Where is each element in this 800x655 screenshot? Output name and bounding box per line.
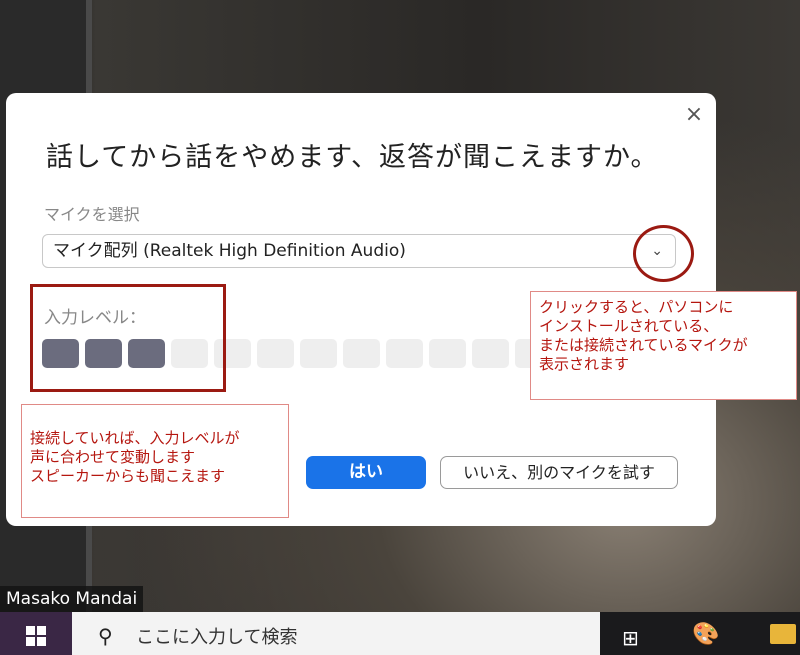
level-segment [386,339,423,368]
taskbar: ⚲ ここに入力して検索 ⊞ 🎨 [0,612,800,655]
start-button[interactable] [0,612,72,655]
try-another-mic-button[interactable]: いいえ、別のマイクを試す [440,456,678,489]
mic-select-label: マイクを選択 [44,205,140,224]
level-segment [300,339,337,368]
level-segment [257,339,294,368]
yes-button[interactable]: はい [306,456,426,489]
dropdown-highlight-circle [633,225,694,282]
dropdown-callout: クリックすると、パソコンに インストールされている、 または接続されているマイク… [530,291,797,400]
search-icon: ⚲ [98,624,113,648]
search-placeholder: ここに入力して検索 [136,627,298,648]
input-level-callout: 接続していれば、入力レベルが 声に合わせて変動します スピーカーからも聞こえます [21,404,289,518]
mic-selected-value: マイク配列 (Realtek High Definition Audio) [53,241,406,261]
level-segment [343,339,380,368]
taskbar-search-box[interactable]: ⚲ ここに入力して検索 [72,612,600,655]
close-icon[interactable]: × [682,103,706,127]
input-level-highlight [30,284,226,392]
windows-logo-icon [26,626,46,646]
level-segment [429,339,466,368]
task-view-icon[interactable]: ⊞ [622,626,639,650]
paint-icon[interactable]: 🎨 [692,622,719,647]
participant-name-tag: Masako Mandai [0,586,144,612]
level-segment [472,339,509,368]
dialog-title: 話してから話をやめます、返答が聞こえますか。 [46,142,659,173]
mic-select-dropdown[interactable]: マイク配列 (Realtek High Definition Audio) ⌄ [42,234,676,268]
file-explorer-icon[interactable] [770,624,796,644]
